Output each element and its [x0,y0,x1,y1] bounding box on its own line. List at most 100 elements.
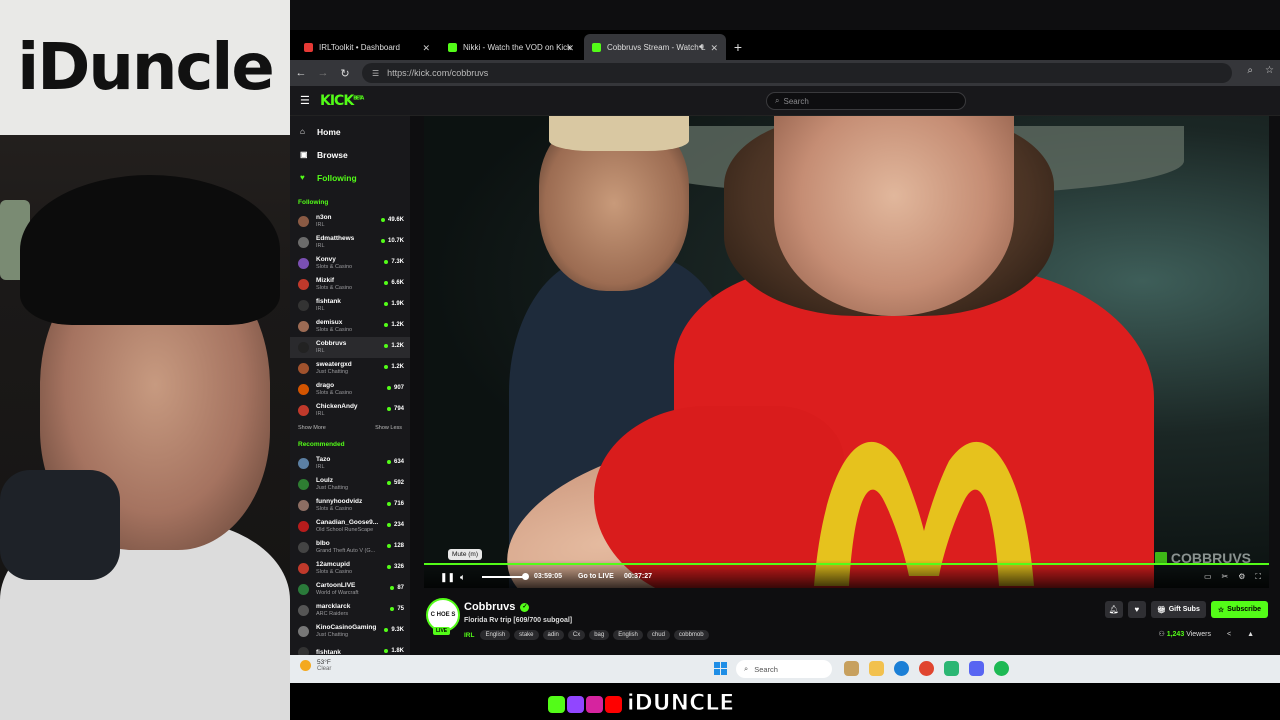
stream-tag[interactable]: English [613,630,643,640]
gift-subs-button[interactable]: 🎁︎ Gift Subs [1150,601,1206,618]
viewer-count: ⚇ 1,243 Viewers [1158,630,1211,638]
pause-icon[interactable]: ❚❚ [440,572,455,583]
taskbar-search[interactable]: ⌕ Search [736,660,832,678]
viewer-count-text: 10.7K [387,238,404,244]
spotify-icon[interactable] [994,661,1009,676]
stream-tag[interactable]: Cx [567,630,586,640]
channel-avatar [298,647,309,655]
follow-heart-icon[interactable]: ♥ [1127,601,1146,618]
subscribe-label: Subscribe [1227,606,1261,613]
close-icon[interactable]: ✕ [422,43,430,54]
category-link[interactable]: IRL [464,632,474,639]
channel-list-item[interactable]: 12amcupid Slots & Casino 326 [290,558,410,579]
channel-list-item[interactable]: Cobbruvs IRL 1.2K [290,337,410,358]
theater-mode-icon[interactable]: ▭ [1204,572,1212,582]
kick-logo[interactable]: KICKBETA [320,93,364,109]
channel-list-item[interactable]: KinoCasinoGaming Just Chatting 9.3K [290,621,410,642]
channel-list-item[interactable]: fishtank 1.8K [290,642,410,655]
share-icon[interactable]: < [1227,631,1231,638]
file-explorer-icon[interactable] [869,661,884,676]
channel-list-item[interactable]: Konvy Slots & Casino 7.3K [290,253,410,274]
live-dot-icon [386,502,391,506]
weather-widget[interactable]: 53°F Clear [300,659,331,672]
channel-list-item[interactable]: n3on IRL 49.6K [290,211,410,232]
fullscreen-icon[interactable]: ⛶ [1255,572,1261,582]
clip-icon[interactable]: ✂ [1222,572,1229,582]
stream-tag[interactable]: bag [589,630,610,640]
volume-icon[interactable]: 🔈︎ [460,572,465,583]
url-field[interactable]: ☰ https://kick.com/cobbruvs [362,63,1232,83]
channel-list-item[interactable]: demisux Slots & Casino 1.2K [290,316,410,337]
channel-name: Tazo [316,456,331,463]
channel-list-item[interactable]: Tazo IRL 634 [290,453,410,474]
channel-name: n3on [316,214,332,221]
show-less-link[interactable]: Show Less [375,425,402,437]
zoom-icon[interactable]: ⌕ [1247,65,1253,76]
menu-icon[interactable]: ☰ [300,94,314,107]
speaker-icon[interactable]: 🔊︎ [699,42,704,52]
discord-icon[interactable] [969,661,984,676]
bookmark-star-icon[interactable]: ☆ [1265,65,1274,76]
chrome-icon[interactable] [919,661,934,676]
forward-icon[interactable]: → [312,67,334,79]
windows-start-icon[interactable] [714,662,727,675]
viewer-count-text: 592 [393,480,404,486]
channel-name: Konvy [316,256,336,263]
report-icon[interactable]: ▲ [1247,631,1254,638]
channel-name[interactable]: Cobbruvs [464,601,515,613]
channel-category: Slots & Casino [316,264,353,270]
nav-browse[interactable]: ▣ Browse [290,143,410,166]
channel-list-item[interactable]: Loulz Just Chatting 592 [290,474,410,495]
tab-nikki-vod[interactable]: Nikki - Watch the VOD on Kick ✕ [440,34,582,60]
stream-tag[interactable]: cobbmob [673,630,709,640]
widgets-icon[interactable] [844,661,859,676]
back-icon[interactable]: ← [290,67,312,79]
channel-list-item[interactable]: Canadian_Goose9... Old School RuneScape 23… [290,516,410,537]
close-icon[interactable]: ✕ [566,43,574,54]
channel-list-item[interactable]: marcklarck ARC Raiders 75 [290,600,410,621]
progress-bar[interactable] [424,563,1269,565]
live-dot-icon [384,302,389,306]
channel-list-item[interactable]: fishtank IRL 1.9K [290,295,410,316]
stream-tag[interactable]: adin [542,630,564,640]
edge-icon[interactable] [894,661,909,676]
video-player[interactable]: COBBRUVS Mute (m) ❚❚ 🔈︎ 03:59:05 Go to L… [424,116,1269,588]
site-info-icon[interactable]: ☰ [372,69,379,78]
channel-list-item[interactable]: Edmatthews IRL 10.7K [290,232,410,253]
channel-list-item[interactable]: sweatergxd Just Chatting 1.2K [290,358,410,379]
viewer-count: 1.2K [384,322,404,328]
viewer-count: 1.9K [384,301,404,307]
settings-icon[interactable]: ⚙ [1238,572,1245,582]
subscribe-button[interactable]: ☆ Subscribe [1210,601,1268,618]
stream-tag[interactable]: stake [514,630,539,640]
tab-cobbruvs-stream[interactable]: Cobbruvs Stream - Watch L 🔊︎ ✕ [584,34,726,60]
go-to-live-button[interactable]: Go to LIVE [578,573,614,580]
channel-avatar [298,626,309,637]
show-more-link[interactable]: Show More [298,425,326,437]
channel-list-item[interactable]: blbo Grand Theft Auto V (G... 128 [290,537,410,558]
app-icon[interactable] [944,661,959,676]
channel-list-item[interactable]: drago Slots & Casino 907 [290,379,410,400]
channel-list-item[interactable]: ChickenAndy IRL 794 [290,400,410,421]
nav-following[interactable]: ♥ Following [290,166,410,189]
notification-bell-icon[interactable]: 🔔︎ [1104,601,1123,618]
youtube-social-icon [605,695,622,713]
new-tab-button[interactable]: + [728,34,748,60]
channel-name: funnyhoodvidz [316,498,363,505]
stream-tag[interactable]: chud [646,630,670,640]
close-icon[interactable]: ✕ [710,43,718,54]
channel-list-item[interactable]: CartoonLIVE World of Warcraft 87 [290,579,410,600]
kick-search-input[interactable]: ⌕ Search [766,92,966,110]
channel-list-item[interactable]: funnyhoodvidz Slots & Casino 716 [290,495,410,516]
tab-irltoolkit[interactable]: IRLToolkit • Dashboard ✕ [296,34,438,60]
streamer-banner: iDuncle [0,0,290,135]
channel-name: marcklarck [316,603,351,610]
reload-icon[interactable]: ↻ [334,67,356,80]
channel-name: Mizkif [316,277,335,284]
channel-avatar [298,258,309,269]
volume-slider[interactable] [482,573,530,580]
stream-tag[interactable]: English [480,630,511,640]
nav-home[interactable]: ⌂ Home [290,120,410,143]
channel-name: fishtank [316,298,341,305]
channel-list-item[interactable]: Mizkif Slots & Casino 6.6K [290,274,410,295]
